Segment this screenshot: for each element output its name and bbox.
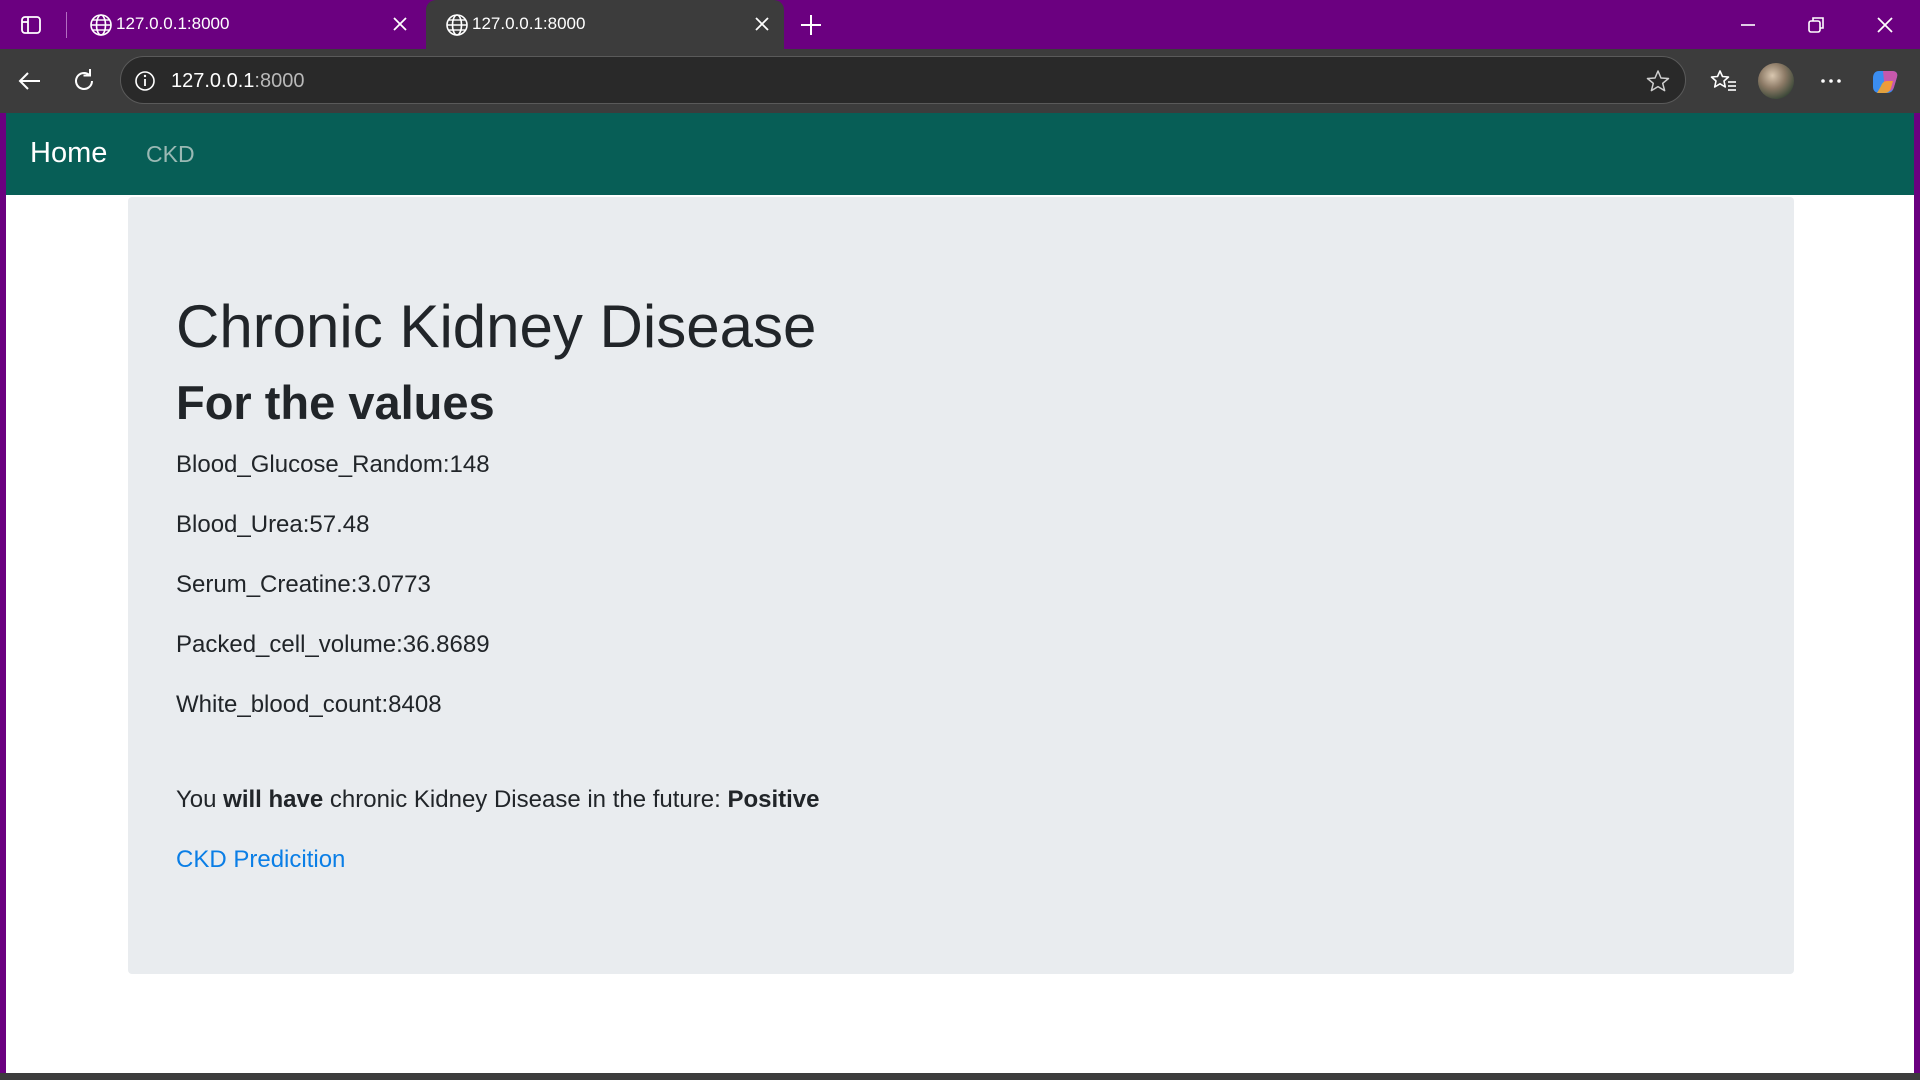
profile-avatar[interactable] — [1758, 63, 1794, 99]
url-text: 127.0.0.1:8000 — [171, 70, 304, 93]
ckd-prediction-link[interactable]: CKD Predicition — [176, 846, 345, 874]
address-bar[interactable]: 127.0.0.1:8000 — [120, 56, 1686, 104]
copilot-icon[interactable] — [1869, 65, 1901, 97]
favorites-icon[interactable] — [1708, 65, 1740, 97]
back-icon[interactable] — [14, 65, 46, 97]
favorite-star-icon[interactable] — [1645, 68, 1671, 94]
tab-actions-icon[interactable] — [12, 10, 50, 40]
tab-title: 127.0.0.1:8000 — [116, 14, 230, 33]
browser-tab[interactable]: 127.0.0.1:8000 — [70, 0, 422, 49]
globe-icon — [88, 12, 114, 38]
browser-tab-active[interactable]: 127.0.0.1:8000 — [426, 0, 784, 49]
value-blood-urea: Blood_Urea:57.48 — [176, 511, 370, 538]
browser-toolbar: 127.0.0.1:8000 — [0, 49, 1920, 113]
value-white-blood-count: White_blood_count:8408 — [176, 691, 442, 718]
page-title: Chronic Kidney Disease — [176, 293, 817, 360]
tab-title: 127.0.0.1:8000 — [472, 14, 586, 33]
more-options-icon[interactable] — [1815, 65, 1847, 97]
result-prefix: You — [176, 786, 224, 813]
url-port: :8000 — [254, 70, 305, 92]
new-tab-icon[interactable] — [796, 10, 826, 40]
nav-link-ckd[interactable]: CKD — [146, 141, 195, 168]
reload-icon[interactable] — [68, 65, 100, 97]
tab-separator — [66, 12, 67, 38]
page-viewport: Home CKD Chronic Kidney Disease For the … — [6, 113, 1914, 1073]
close-icon[interactable] — [390, 14, 410, 34]
result-panel: Chronic Kidney Disease For the values Bl… — [128, 197, 1794, 974]
nav-home-link[interactable]: Home — [30, 137, 107, 170]
value-blood-glucose: Blood_Glucose_Random:148 — [176, 451, 490, 478]
close-icon[interactable] — [752, 14, 772, 34]
prediction-result: You will have chronic Kidney Disease in … — [176, 786, 819, 814]
result-middle: chronic Kidney Disease in the future: — [323, 786, 728, 813]
result-outcome: Positive — [727, 786, 820, 813]
result-emphasis: will have — [223, 786, 324, 813]
value-packed-cell-volume: Packed_cell_volume:36.8689 — [176, 631, 490, 658]
restore-icon[interactable] — [1801, 10, 1831, 40]
value-serum-creatine: Serum_Creatine:3.0773 — [176, 571, 431, 598]
window-bottom-edge — [0, 1073, 1920, 1080]
site-navbar: Home CKD — [6, 113, 1914, 195]
close-window-icon[interactable] — [1870, 10, 1900, 40]
url-host: 127.0.0.1 — [171, 70, 255, 92]
page-subtitle: For the values — [176, 376, 495, 429]
tab-strip: 127.0.0.1:8000 127.0.0.1:8000 — [0, 0, 1920, 49]
globe-icon — [444, 12, 470, 38]
minimize-icon[interactable] — [1733, 10, 1763, 40]
site-info-icon[interactable] — [133, 69, 157, 93]
